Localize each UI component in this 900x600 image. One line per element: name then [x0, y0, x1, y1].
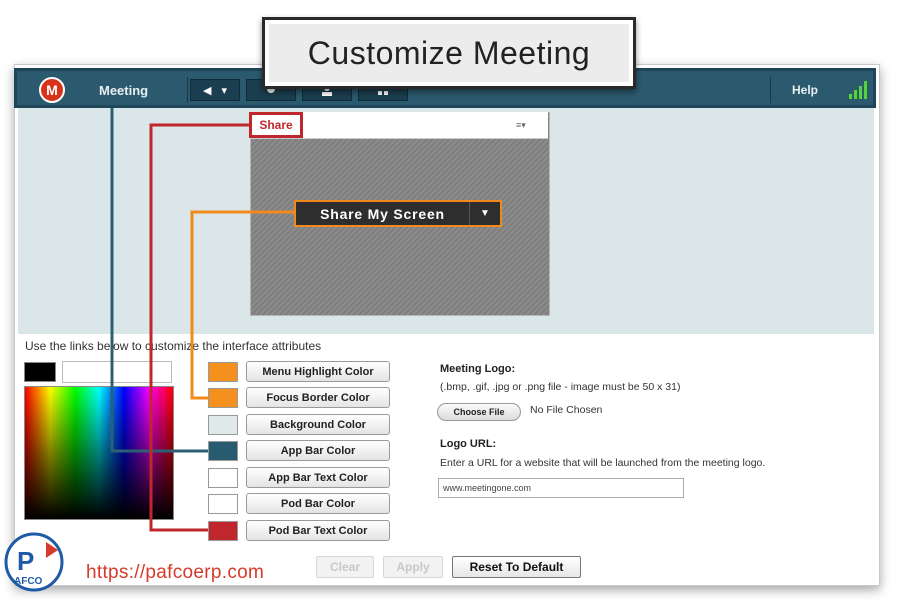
- watermark-url: https://pafcoerp.com: [86, 562, 265, 583]
- background-swatch[interactable]: [208, 415, 238, 435]
- pod-title: Share: [249, 112, 303, 138]
- app-bar-text-color-button[interactable]: App Bar Text Color: [246, 467, 390, 488]
- speaker-control[interactable]: ◀ ▾: [190, 79, 240, 101]
- clear-button[interactable]: Clear: [316, 556, 374, 578]
- meeting-menu[interactable]: Meeting: [99, 83, 148, 98]
- meeting-logo-hint: (.bmp, .gif, .jpg or .png file - image m…: [440, 381, 681, 393]
- current-color-swatch: [24, 362, 56, 382]
- chevron-down-icon: ▾: [221, 84, 227, 97]
- logo-letter: M: [46, 82, 58, 98]
- title-callout: Customize Meeting: [262, 17, 636, 89]
- logo-url-description: Enter a URL for a website that will be l…: [440, 457, 766, 469]
- logo-url-input[interactable]: www.meetingone.com: [438, 478, 684, 498]
- file-status: No File Chosen: [530, 404, 603, 416]
- speaker-icon: ◀: [203, 84, 212, 97]
- background-color-button[interactable]: Background Color: [246, 414, 390, 435]
- divider: [187, 77, 188, 103]
- logo-brand-text: AFCO: [14, 576, 43, 587]
- menu-highlight-swatch[interactable]: [208, 362, 238, 382]
- app-bar-text-swatch[interactable]: [208, 468, 238, 488]
- pod-bar-text-swatch[interactable]: [208, 521, 238, 541]
- color-picker[interactable]: [24, 386, 174, 520]
- reset-to-default-button[interactable]: Reset To Default: [452, 556, 581, 578]
- hex-color-input[interactable]: [62, 361, 172, 383]
- meeting-logo[interactable]: M: [39, 77, 65, 103]
- pod-bar-text-color-button[interactable]: Pod Bar Text Color: [246, 520, 390, 541]
- focus-border-color-button[interactable]: Focus Border Color: [246, 387, 390, 408]
- customize-instructions: Use the links below to customize the int…: [25, 339, 322, 353]
- focus-border-swatch[interactable]: [208, 388, 238, 408]
- page-title: Customize Meeting: [269, 24, 629, 82]
- pod-bar-swatch[interactable]: [208, 494, 238, 514]
- app-bar-swatch[interactable]: [208, 441, 238, 461]
- app-bar-color-button[interactable]: App Bar Color: [246, 440, 390, 461]
- signal-icon: [849, 81, 871, 99]
- meeting-logo-label: Meeting Logo:: [440, 363, 516, 375]
- pod-bar-color-button[interactable]: Pod Bar Color: [246, 493, 390, 514]
- help-menu[interactable]: Help: [792, 83, 818, 97]
- divider: [770, 77, 771, 103]
- logo-letter-p: P: [17, 546, 34, 576]
- logo-url-label: Logo URL:: [440, 438, 497, 450]
- chevron-down-icon[interactable]: ▼: [469, 202, 500, 225]
- choose-file-button[interactable]: Choose File: [437, 403, 521, 421]
- pod-menu-icon[interactable]: ≡▾: [516, 120, 526, 131]
- pafco-logo: P AFCO: [4, 532, 64, 592]
- apply-button[interactable]: Apply: [383, 556, 443, 578]
- share-my-screen-button[interactable]: Share My Screen ▼: [294, 200, 502, 227]
- share-button-label: Share My Screen: [320, 205, 445, 222]
- menu-highlight-color-button[interactable]: Menu Highlight Color: [246, 361, 390, 382]
